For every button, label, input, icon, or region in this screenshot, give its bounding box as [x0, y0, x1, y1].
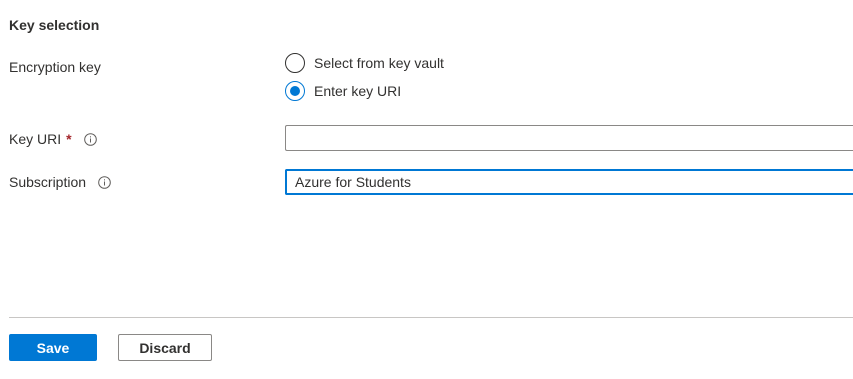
- radio-label-select-from-key-vault: Select from key vault: [314, 55, 444, 71]
- required-marker: *: [66, 131, 72, 147]
- radio-select-from-key-vault[interactable]: Select from key vault: [285, 53, 444, 73]
- subscription-label: Subscription: [9, 174, 112, 190]
- radio-label-enter-key-uri: Enter key URI: [314, 83, 402, 99]
- key-uri-label-text: Key URI: [9, 131, 62, 147]
- info-icon[interactable]: [83, 132, 98, 147]
- subscription-input[interactable]: [285, 169, 853, 195]
- key-uri-label: Key URI *: [9, 131, 98, 147]
- key-selection-page: Key selection Encryption key Select from…: [0, 0, 853, 379]
- save-button[interactable]: Save: [9, 334, 97, 361]
- encryption-key-label: Encryption key: [9, 59, 101, 75]
- encryption-key-label-text: Encryption key: [9, 59, 101, 75]
- section-title: Key selection: [9, 17, 100, 33]
- subscription-label-text: Subscription: [9, 174, 87, 190]
- discard-button[interactable]: Discard: [118, 334, 212, 361]
- radio-enter-key-uri[interactable]: Enter key URI: [285, 81, 401, 101]
- radio-checked-icon: [285, 81, 305, 101]
- footer-divider: [9, 317, 853, 318]
- radio-dot: [290, 86, 300, 96]
- radio-unchecked-icon: [285, 53, 305, 73]
- key-uri-input[interactable]: [285, 125, 853, 151]
- info-icon[interactable]: [97, 175, 112, 190]
